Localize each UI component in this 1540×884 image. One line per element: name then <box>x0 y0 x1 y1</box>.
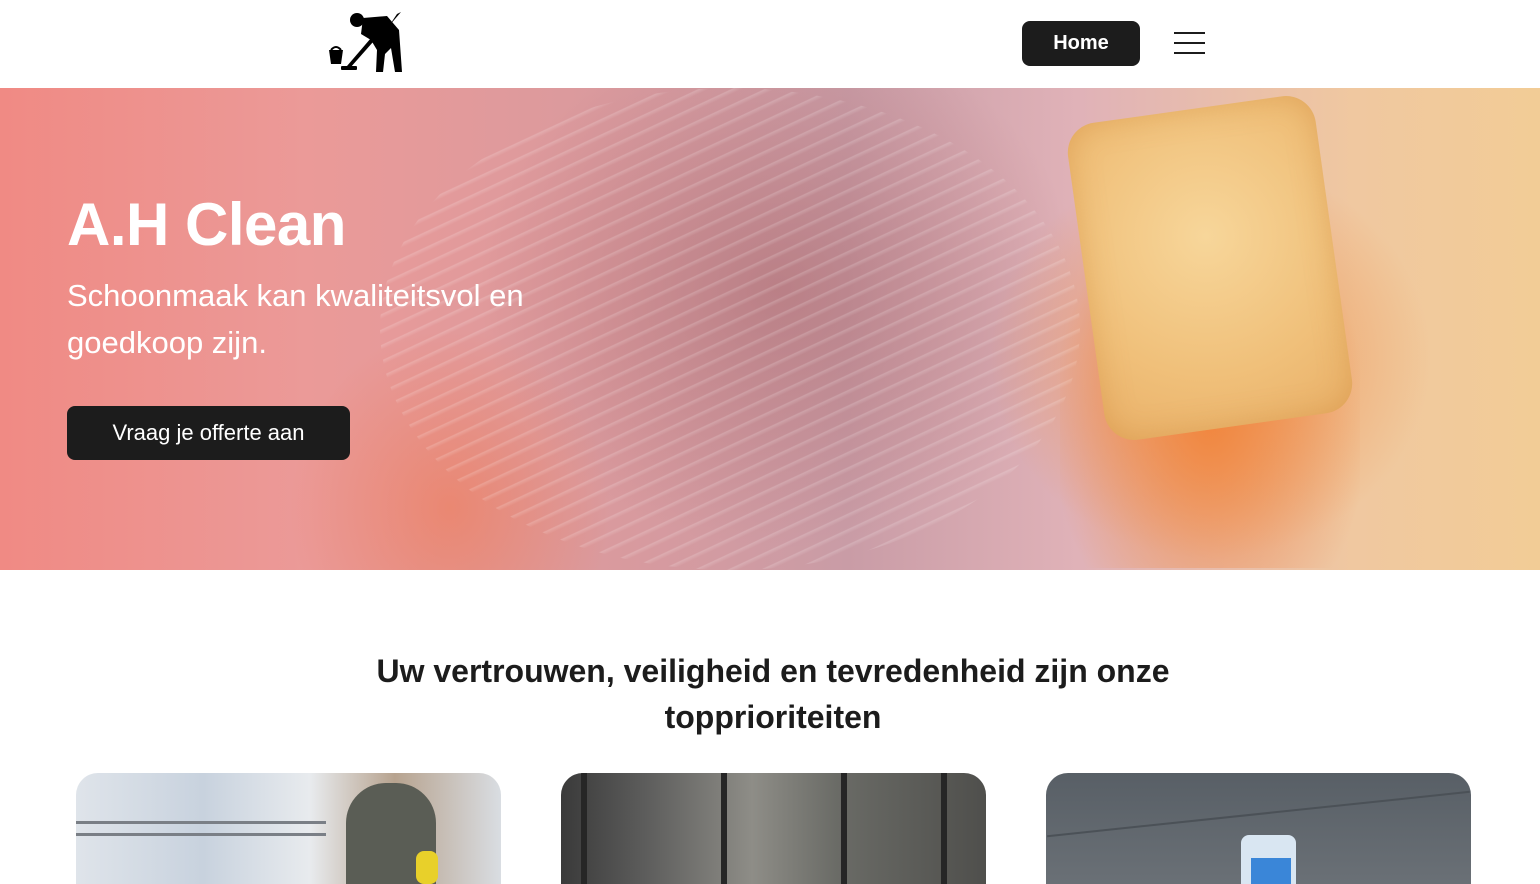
card-decor <box>76 833 326 836</box>
hero-subtitle: Schoonmaak kan kwaliteitsvol en goedkoop… <box>67 278 524 360</box>
hero-section: A.H Clean Schoonmaak kan kwaliteitsvol e… <box>0 88 1540 570</box>
card-glove-shape <box>416 851 438 884</box>
card-decor <box>1047 790 1470 838</box>
card-decor <box>841 773 847 884</box>
card-decor <box>941 773 947 884</box>
hamburger-menu-icon[interactable] <box>1172 28 1208 58</box>
hamburger-line <box>1174 42 1205 44</box>
hero-sponge-shape <box>1063 92 1357 444</box>
site-header: Home <box>0 0 1540 88</box>
service-card-image-2[interactable] <box>561 773 986 884</box>
card-decor <box>721 773 727 884</box>
card-spray-liquid-shape <box>1251 858 1291 884</box>
service-card-image-3[interactable] <box>1046 773 1471 884</box>
logo[interactable] <box>327 10 407 76</box>
service-card-image-1[interactable] <box>76 773 501 884</box>
cleaning-person-icon <box>329 12 402 72</box>
section-title: Uw vertrouwen, veiligheid en tevredenhei… <box>376 653 1170 735</box>
card-decor <box>76 821 326 824</box>
hamburger-line <box>1174 32 1205 34</box>
request-quote-button[interactable]: Vraag je offerte aan <box>67 406 350 460</box>
hamburger-line <box>1174 52 1205 54</box>
home-button[interactable]: Home <box>1022 21 1140 66</box>
card-decor <box>581 773 587 884</box>
hero-title: A.H Clean <box>67 191 346 258</box>
